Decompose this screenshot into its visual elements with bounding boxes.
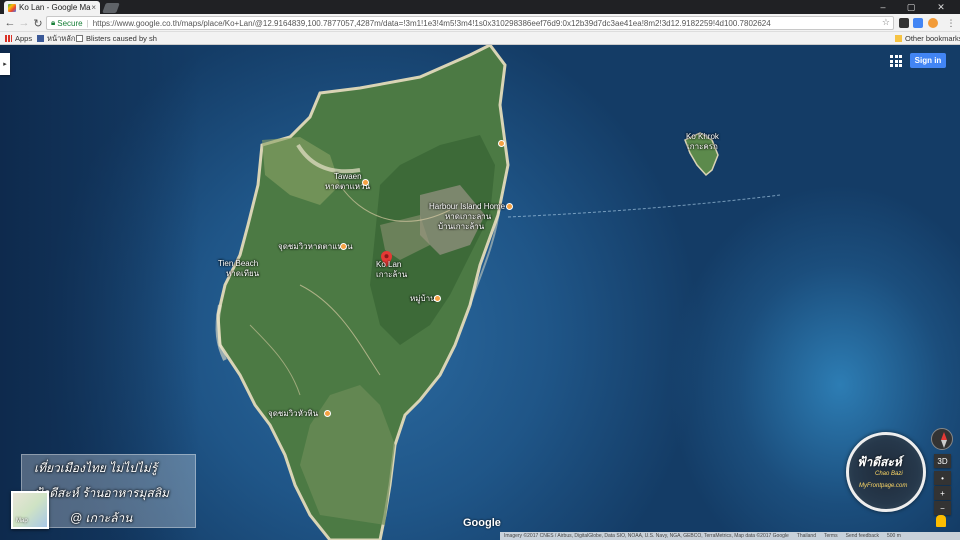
extension-icon[interactable]: [913, 18, 923, 28]
tab-title: Ko Lan - Google Maps: [19, 3, 92, 12]
forward-icon[interactable]: →: [17, 16, 31, 30]
place-label-harbour-island-home[interactable]: Harbour Island Home: [429, 202, 505, 211]
extension-icon[interactable]: [899, 18, 909, 28]
place-label-tawaen[interactable]: Tawaen: [334, 172, 362, 181]
place-label-viewpoint-2[interactable]: จุดชมวิวหัวหิน: [268, 409, 318, 418]
page-icon: [76, 35, 83, 42]
imagery-attribution: Imagery ©2017 CNES / Airbus, DigitalGlob…: [504, 533, 789, 539]
address-bar[interactable]: 🔒︎ Secure | https://www.google.co.th/map…: [46, 16, 894, 30]
place-label-tien-beach-th[interactable]: หาดเทียน: [226, 269, 259, 278]
sign-in-button[interactable]: Sign in: [910, 53, 946, 68]
place-label-harbour-th[interactable]: หาดเกาะลาน: [445, 212, 491, 221]
maximize-icon[interactable]: ▢: [900, 0, 922, 14]
place-label-ko-lan[interactable]: Ko Lan: [376, 260, 401, 269]
secure-label: Secure: [57, 18, 83, 28]
bookmark-facebook[interactable]: หน้าหลัก: [37, 33, 75, 44]
caption-line-3: @ เกาะล้าน: [70, 511, 133, 525]
place-label-village[interactable]: หมู่บ้าน: [410, 294, 436, 303]
menu-icon[interactable]: ⋮: [944, 16, 958, 30]
logo-site: MyFrontpage.com: [859, 483, 908, 489]
place-label-ko-khrok[interactable]: Ko Khrok: [686, 132, 719, 141]
browser-tab-strip: Ko Lan - Google Maps × – ▢ ✕: [0, 0, 960, 14]
map-layer-label: Map: [16, 518, 28, 524]
back-icon[interactable]: ←: [3, 16, 17, 30]
rotate-icon[interactable]: •: [934, 471, 951, 485]
map-layer-toggle[interactable]: Map: [11, 491, 49, 529]
bookmark-label: Other bookmarks: [905, 34, 960, 43]
minimize-icon[interactable]: –: [872, 0, 894, 14]
close-window-icon[interactable]: ✕: [930, 0, 952, 14]
folder-icon: [895, 35, 902, 42]
street-view-pegman-icon[interactable]: [936, 515, 946, 527]
bookmark-label: Apps: [15, 34, 33, 43]
logo-title: ฟ้าดีสะห์: [857, 455, 902, 469]
bookmark-label: หน้าหลัก: [47, 33, 76, 43]
viewpoint-poi-icon[interactable]: [324, 410, 331, 417]
apps-grid-icon: [5, 35, 12, 42]
viewpoint-poi-icon[interactable]: [340, 243, 347, 250]
facebook-icon: [37, 35, 44, 42]
country-link[interactable]: Thailand: [797, 533, 816, 539]
place-label-ko-lan-th[interactable]: เกาะล้าน: [376, 270, 407, 279]
bookmark-page[interactable]: Blisters caused by sh: [76, 33, 157, 44]
zoom-in-button[interactable]: +: [934, 486, 951, 500]
caption-line-2: ฟ้าดีสะห์ ร้านอาหารมุสลิม: [34, 486, 169, 500]
compass-icon[interactable]: [931, 428, 953, 450]
google-maps-icon: [8, 3, 16, 12]
hotel-poi-icon[interactable]: [506, 203, 513, 210]
caption-line-1: เที่ยวเมืองไทย ไม่ไปไม่รู้: [34, 461, 158, 475]
bookmark-other[interactable]: Other bookmarks: [895, 33, 960, 44]
collapse-side-panel-button[interactable]: ▸: [0, 53, 10, 75]
poi-icon[interactable]: [498, 140, 505, 147]
bookmark-apps[interactable]: Apps: [5, 33, 32, 44]
place-label-tien-beach[interactable]: Tien Beach: [218, 259, 258, 268]
tilt-3d-button[interactable]: 3D: [934, 454, 951, 468]
tab-google-maps[interactable]: Ko Lan - Google Maps ×: [4, 1, 100, 14]
extension-icon[interactable]: [928, 18, 938, 28]
map-footer: Imagery ©2017 CNES / Airbus, DigitalGlob…: [500, 532, 960, 540]
shop-logo: ฟ้าดีสะห์ Chao Bazi MyFrontpage.com: [846, 432, 926, 512]
reload-icon[interactable]: ↻: [31, 16, 45, 30]
map-canvas[interactable]: Tawaen หาดตาแหวน Harbour Island Home หาด…: [0, 45, 960, 540]
scale-bar[interactable]: 500 m: [887, 533, 901, 539]
browser-toolbar: ← → ↻ 🔒︎ Secure | https://www.google.co.…: [0, 14, 960, 32]
logo-subtitle: Chao Bazi: [875, 471, 903, 477]
beach-poi-icon[interactable]: [362, 179, 369, 186]
url-separator: |: [86, 18, 89, 28]
url-text: https://www.google.co.th/maps/place/Ko+L…: [92, 18, 771, 28]
zoom-out-button[interactable]: −: [934, 501, 951, 515]
place-label-village-th[interactable]: บ้านเกาะล้าน: [438, 222, 484, 231]
village-poi-icon[interactable]: [434, 295, 441, 302]
send-feedback-link[interactable]: Send feedback: [846, 533, 879, 539]
bookmark-label: Blisters caused by sh: [86, 34, 157, 43]
close-tab-icon[interactable]: ×: [91, 3, 96, 12]
bookmark-star-icon[interactable]: ☆: [882, 17, 890, 28]
terms-link[interactable]: Terms: [824, 533, 838, 539]
google-apps-icon[interactable]: [890, 55, 902, 67]
new-tab-button[interactable]: [102, 3, 120, 13]
google-logo: Google: [463, 517, 501, 529]
bookmarks-bar: Apps หน้าหลัก Blisters caused by sh Othe…: [0, 32, 960, 45]
place-label-ko-khrok-th[interactable]: เกาะครก: [687, 142, 718, 151]
lock-icon: 🔒︎: [51, 18, 56, 27]
